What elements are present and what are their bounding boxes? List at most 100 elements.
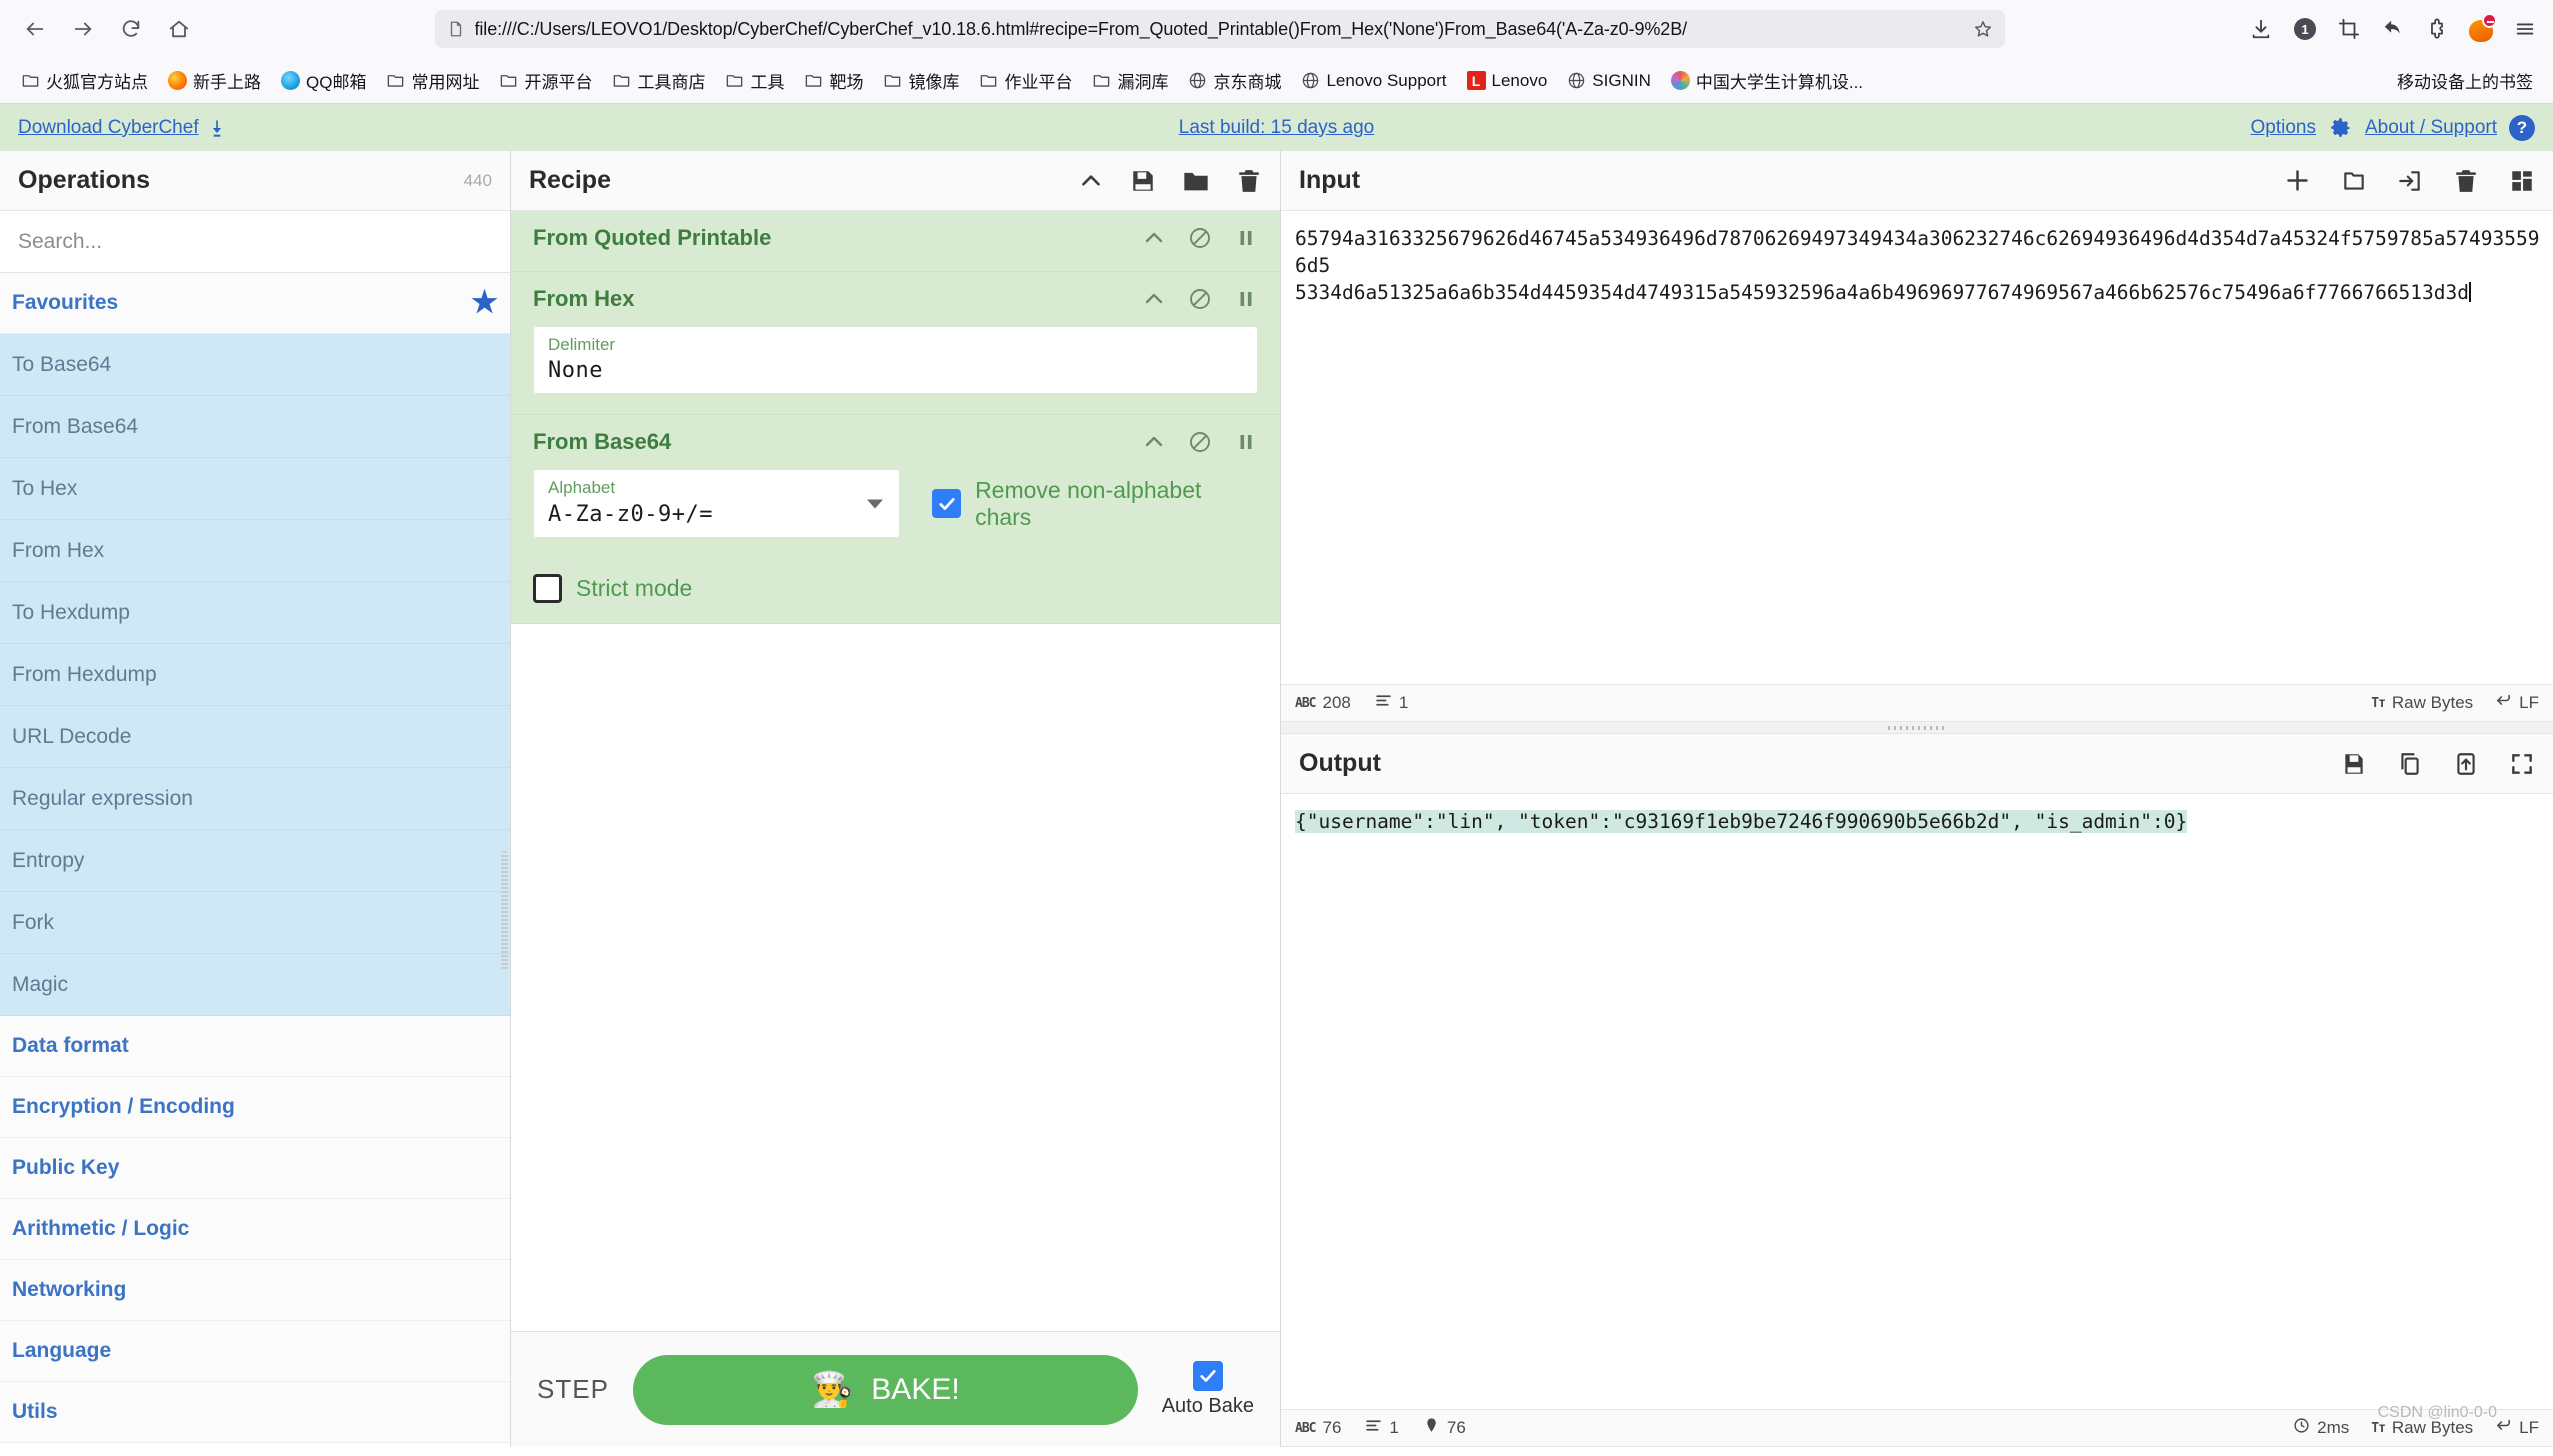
bookmark-item[interactable]: 镜像库 (874, 63, 968, 98)
bookmark-item[interactable]: 京东商城 (1179, 63, 1290, 98)
extensions-puzzle-icon[interactable] (2423, 15, 2451, 43)
bookmark-item[interactable]: 新手上路 (159, 63, 270, 98)
reset-pane-layout-icon[interactable] (2509, 168, 2535, 194)
download-cyberchef-link[interactable]: Download CyberChef (18, 117, 199, 139)
operation-fork[interactable]: Fork (0, 892, 510, 954)
operation-to-hex[interactable]: To Hex (0, 458, 510, 520)
bookmark-item[interactable]: 常用网址 (377, 63, 488, 98)
output-encoding-status[interactable]: Tт Raw Bytes (2371, 1418, 2473, 1438)
container-badge-icon[interactable]: 1 (2291, 15, 2319, 43)
save-output-icon[interactable] (2341, 751, 2367, 777)
url-bar[interactable]: file:///C:/Users/LEOVO1/Desktop/CyberChe… (435, 10, 2005, 48)
bookmark-item[interactable]: 工具 (716, 63, 793, 98)
undo-close-tab-icon[interactable] (2379, 15, 2407, 43)
help-icon[interactable]: ? (2509, 115, 2535, 141)
chevron-down-icon[interactable] (867, 499, 883, 508)
back-icon[interactable] (14, 8, 56, 50)
operation-to-base64[interactable]: To Base64 (0, 334, 510, 396)
add-input-tab-icon[interactable] (2284, 167, 2311, 194)
clear-io-icon[interactable] (2453, 168, 2479, 194)
search-input[interactable] (0, 211, 510, 272)
category-networking[interactable]: Networking (0, 1260, 510, 1321)
output-textarea[interactable]: {"username":"lin", "token":"c93169f1eb9b… (1281, 794, 2553, 1409)
step-button[interactable]: STEP (537, 1374, 609, 1405)
bookmark-star-icon[interactable] (1973, 19, 1993, 39)
open-folder-as-input-icon[interactable] (2397, 168, 2423, 194)
bookmark-item[interactable]: 火狐官方站点 (12, 63, 157, 98)
pause-breakpoint-icon[interactable] (1234, 287, 1258, 311)
io-splitter[interactable] (1281, 722, 2553, 734)
arg-strict-mode-row[interactable]: Strict mode (533, 574, 1258, 603)
auto-bake-toggle[interactable]: Auto Bake (1162, 1361, 1254, 1418)
last-build-link[interactable]: Last build: 15 days ago (1179, 117, 1374, 138)
bookmark-item[interactable]: 中国大学生计算机设... (1662, 63, 1872, 98)
category-language[interactable]: Language (0, 1321, 510, 1382)
maximise-output-icon[interactable] (2509, 751, 2535, 777)
bookmark-item[interactable]: 工具商店 (603, 63, 714, 98)
category-utils[interactable]: Utils (0, 1382, 510, 1443)
adblock-fox-icon[interactable] (2467, 15, 2495, 43)
pause-breakpoint-icon[interactable] (1234, 430, 1258, 454)
disable-operation-icon[interactable] (1188, 430, 1212, 454)
input-textarea[interactable]: 65794a3163325679626d46745a534936496d7870… (1281, 211, 2553, 684)
bookmark-item[interactable]: SIGNIN (1558, 66, 1660, 96)
arg-remove-non-alphabet-row[interactable]: Remove non-alphabet chars (932, 477, 1258, 531)
category-favourites[interactable]: Favourites ★ (0, 273, 510, 334)
disable-operation-icon[interactable] (1188, 226, 1212, 250)
collapse-chevron-icon[interactable] (1142, 287, 1166, 311)
recipe-op-from-quoted-printable[interactable]: From Quoted Printable (511, 211, 1280, 272)
input-text-line-2[interactable]: 5334d6a51325a6a6b354d4459354d4749315a545… (1295, 279, 2543, 306)
disable-operation-icon[interactable] (1188, 287, 1212, 311)
bookmark-item[interactable]: QQ邮箱 (272, 63, 375, 98)
category-encryption-encoding[interactable]: Encryption / Encoding (0, 1077, 510, 1138)
reload-icon[interactable] (110, 8, 152, 50)
operation-url-decode[interactable]: URL Decode (0, 706, 510, 768)
arg-value[interactable]: None (548, 358, 1243, 383)
arg-delimiter-field[interactable]: Delimiter None (533, 326, 1258, 394)
bookmark-item[interactable]: LLenovo (1458, 66, 1557, 96)
auto-bake-checkbox[interactable] (1193, 1361, 1223, 1391)
category-arithmetic-logic[interactable]: Arithmetic / Logic (0, 1199, 510, 1260)
bake-button[interactable]: 👨‍🍳 BAKE! (633, 1355, 1138, 1425)
input-encoding-status[interactable]: Tт Raw Bytes (2371, 693, 2473, 713)
app-menu-icon[interactable] (2511, 15, 2539, 43)
bookmark-item[interactable]: 靶场 (795, 63, 872, 98)
strict-mode-checkbox[interactable] (533, 574, 562, 603)
recipe-op-from-hex[interactable]: From Hex Delimiter None (511, 272, 1280, 415)
mobile-bookmarks-item[interactable]: 移动设备上的书签 (2391, 68, 2541, 93)
clear-recipe-icon[interactable] (1236, 168, 1262, 194)
collapse-chevron-icon[interactable] (1142, 226, 1166, 250)
collapse-chevron-icon[interactable] (1078, 168, 1104, 194)
operations-scrollbar[interactable] (501, 851, 508, 971)
operation-magic[interactable]: Magic (0, 954, 510, 1016)
gear-icon[interactable] (2328, 115, 2353, 140)
favourites-star-icon[interactable]: ★ (471, 288, 498, 318)
arg-value[interactable]: A-Za-z0-9+/= (548, 502, 869, 527)
category-public-key[interactable]: Public Key (0, 1138, 510, 1199)
downloads-icon[interactable] (2247, 15, 2275, 43)
forward-icon[interactable] (62, 8, 104, 50)
pause-breakpoint-icon[interactable] (1234, 226, 1258, 250)
input-line-ending-status[interactable]: LF (2495, 692, 2539, 714)
collapse-chevron-icon[interactable] (1142, 430, 1166, 454)
screenshot-crop-icon[interactable] (2335, 15, 2363, 43)
operation-from-base64[interactable]: From Base64 (0, 396, 510, 458)
operation-from-hex[interactable]: From Hex (0, 520, 510, 582)
remove-non-alphabet-checkbox[interactable] (932, 489, 961, 518)
save-recipe-icon[interactable] (1130, 168, 1156, 194)
operation-to-hexdump[interactable]: To Hexdump (0, 582, 510, 644)
about-support-link[interactable]: About / Support (2365, 117, 2497, 139)
category-data-format[interactable]: Data format (0, 1016, 510, 1077)
url-text[interactable]: file:///C:/Users/LEOVO1/Desktop/CyberChe… (475, 19, 1963, 40)
operation-entropy[interactable]: Entropy (0, 830, 510, 892)
load-recipe-icon[interactable] (1182, 167, 1210, 195)
operation-regular-expression[interactable]: Regular expression (0, 768, 510, 830)
arg-alphabet-select[interactable]: Alphabet A-Za-z0-9+/= (533, 469, 900, 537)
bookmark-item[interactable]: 开源平台 (490, 63, 601, 98)
operation-from-hexdump[interactable]: From Hexdump (0, 644, 510, 706)
download-arrow-icon[interactable] (207, 118, 227, 138)
options-link[interactable]: Options (2250, 117, 2315, 139)
home-icon[interactable] (158, 8, 200, 50)
input-text-line-1[interactable]: 65794a3163325679626d46745a534936496d7870… (1295, 225, 2543, 279)
bookmark-item[interactable]: 漏洞库 (1083, 63, 1177, 98)
